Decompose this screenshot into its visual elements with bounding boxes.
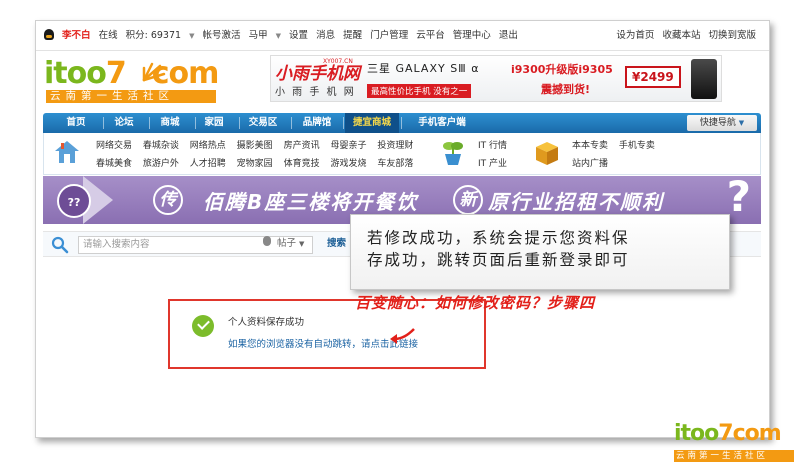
user-info: 李不白 在线 积分: 69371 ▼ 帐号激活 马甲 ▼ 设置 消息 提醒 门户… [44, 21, 523, 51]
ad-tagline: 最高性价比手机 没有之一 [367, 84, 472, 98]
top-bar: 李不白 在线 积分: 69371 ▼ 帐号激活 马甲 ▼ 设置 消息 提醒 门户… [36, 21, 769, 51]
house-icon [55, 141, 79, 163]
sublink-sports[interactable]: 体育竞技 [284, 159, 320, 169]
ad-subtitle: 小 雨 手 机 网 [275, 87, 356, 98]
nav-trade[interactable]: 交易区 [243, 113, 283, 133]
sublink-laptop-store[interactable]: 本本专卖 [572, 141, 608, 151]
sublink-real-estate[interactable]: 房产资讯 [284, 141, 320, 151]
sub-links-panel: 网络交易 春城杂谈 网络热点 摄影美图 房产资讯 母婴亲子 投资理财 春城美食 … [43, 133, 761, 175]
nav-divider [195, 117, 196, 129]
sublink-pets[interactable]: 宠物家园 [237, 159, 273, 169]
online-status: 在线 [98, 30, 118, 41]
nav-divider [239, 117, 240, 129]
alt-account-link[interactable]: 马甲 [249, 30, 268, 41]
microphone-icon[interactable] [263, 236, 271, 246]
ad-phone-name: 三星 GALAXY SⅢ α [367, 62, 480, 75]
sublink-photography[interactable]: 摄影美图 [237, 141, 273, 151]
wide-mode-link[interactable]: 切换到宽版 [708, 30, 756, 41]
nav-divider [401, 117, 402, 129]
admin-center-link[interactable]: 管理中心 [453, 30, 491, 41]
nav-divider [103, 117, 104, 129]
cloud-platform-link[interactable]: 云平台 [416, 30, 445, 41]
ad-site: XY007.CN [323, 58, 353, 65]
nav-mall[interactable]: 商城 [155, 113, 185, 133]
logout-link[interactable]: 退出 [499, 30, 518, 41]
sublink-jobs[interactable]: 人才招聘 [190, 159, 226, 169]
plant-pot-icon [443, 142, 463, 165]
search-button[interactable]: 搜索 [327, 236, 346, 252]
ad-arrival: 震撼到货! [541, 83, 591, 96]
bookmark-link[interactable]: 收藏本站 [662, 30, 700, 41]
nav-forum[interactable]: 论坛 [109, 113, 139, 133]
watermark-logo: itoo7com 云南第一生活社区 [674, 421, 796, 467]
sublink-online-trade[interactable]: 网络交易 [96, 141, 132, 151]
alt-account-caret-icon[interactable]: ▼ [276, 32, 281, 40]
settings-link[interactable]: 设置 [289, 30, 308, 41]
sublink-investment[interactable]: 投资理财 [377, 141, 413, 151]
ad-model: i9300升级版i9305 [511, 63, 613, 76]
sublink-hot-topics[interactable]: 网络热点 [190, 141, 226, 151]
set-homepage-link[interactable]: 设为首页 [616, 30, 654, 41]
points-display[interactable]: 积分: 69371 [126, 30, 181, 41]
banner-circle-1: 传 [153, 185, 183, 215]
site-logo[interactable]: itoo7 com 云南第一生活社区 [44, 54, 244, 104]
main-nav: 首页 论坛 商城 家园 交易区 品牌馆 捷宜商城 手机客户端 快捷导航 ▼ [43, 113, 761, 133]
phone-banner-ad[interactable]: 小雨手机网 XY007.CN 小 雨 手 机 网 三星 GALAXY SⅢ α … [270, 55, 722, 102]
ad-price: ¥2499 [625, 66, 681, 88]
sublink-travel[interactable]: 旅游户外 [143, 159, 179, 169]
sun-rays-icon [142, 62, 166, 82]
sublink-site-broadcast[interactable]: 站内广播 [572, 159, 608, 169]
nav-jieyi-mall[interactable]: 捷宜商城 [345, 113, 399, 133]
nav-home-garden[interactable]: 家园 [199, 113, 229, 133]
nav-divider [149, 117, 150, 129]
top-right-links: 设为首页 收藏本站 切换到宽版 [616, 21, 761, 51]
nav-mobile-client[interactable]: 手机客户端 [407, 113, 477, 133]
points-caret-icon[interactable]: ▼ [189, 32, 194, 40]
instruction-tooltip: 若修改成功，系统会提示您资料保 存成功，跳转页面后重新登录即可 [350, 214, 730, 290]
banner-text-2: 原行业招租不顺利 [488, 190, 664, 214]
it-industry-link: IT 产业 [478, 159, 508, 169]
tooltip-line-1: 若修改成功，系统会提示您资料保 [367, 229, 630, 247]
it-market-link: IT 行情 [478, 141, 508, 151]
sublink-food[interactable]: 春城美食 [96, 159, 132, 169]
portal-admin-link[interactable]: 门户管理 [370, 30, 408, 41]
sub-links-row-2: 春城美食 旅游户外 人才招聘 宠物家园 体育竞技 游戏发烧 车友部落 [96, 156, 421, 169]
nav-divider [343, 117, 344, 129]
nav-home[interactable]: 首页 [61, 113, 91, 133]
notice-title: 个人资料保存成功 [228, 317, 305, 328]
logo-text: itoo7 com [44, 56, 219, 91]
sublink-parenting[interactable]: 母婴亲子 [330, 141, 366, 151]
reminders-link[interactable]: 提醒 [343, 30, 362, 41]
account-activate-link[interactable]: 帐号激活 [203, 30, 241, 41]
step-caption: 百变随心：如何修改密码？步骤四 [355, 294, 596, 312]
sublink-phone-store[interactable]: 手机专卖 [619, 141, 655, 151]
nav-divider [291, 117, 292, 129]
gift-box-icon [536, 142, 558, 165]
question-badge: ?? [57, 184, 91, 218]
sub-links-group-3-row-2: 站内广播 [572, 156, 616, 169]
chevron-down-icon: ▼ [299, 240, 305, 248]
sub-links-group-3-row-1: 本本专卖 手机专卖 [572, 138, 663, 151]
tooltip-line-2: 存成功，跳转页面后重新登录即可 [367, 251, 630, 269]
phone-image [691, 59, 717, 99]
sub-links-row-1: 网络交易 春城杂谈 网络热点 摄影美图 房产资讯 母婴亲子 投资理财 [96, 138, 421, 151]
messages-link[interactable]: 消息 [316, 30, 335, 41]
banner-circle-2: 新 [453, 185, 483, 215]
banner-text-1: 佰腾B座三楼将开餐饮 [203, 190, 419, 214]
quick-nav-button[interactable]: 快捷导航 ▼ [687, 115, 757, 131]
search-scope-select[interactable]: 帖子 ▼ [277, 236, 304, 252]
banner-question-mark: ? [726, 176, 751, 221]
watermark-slogan: 云南第一生活社区 [674, 450, 794, 462]
logo-slogan: 云南第一生活社区 [46, 90, 216, 103]
qq-penguin-icon [44, 29, 54, 40]
red-arrow-icon [390, 328, 415, 344]
sublink-car-club[interactable]: 车友部落 [377, 159, 413, 169]
nav-brand-hall[interactable]: 品牌馆 [297, 113, 337, 133]
username-link[interactable]: 李不白 [62, 30, 91, 41]
checkmark-icon [192, 315, 214, 337]
sublink-gaming[interactable]: 游戏发烧 [330, 159, 366, 169]
chevron-down-icon: ▼ [738, 119, 745, 127]
sublink-city-talk[interactable]: 春城杂谈 [143, 141, 179, 151]
search-icon [51, 236, 69, 254]
